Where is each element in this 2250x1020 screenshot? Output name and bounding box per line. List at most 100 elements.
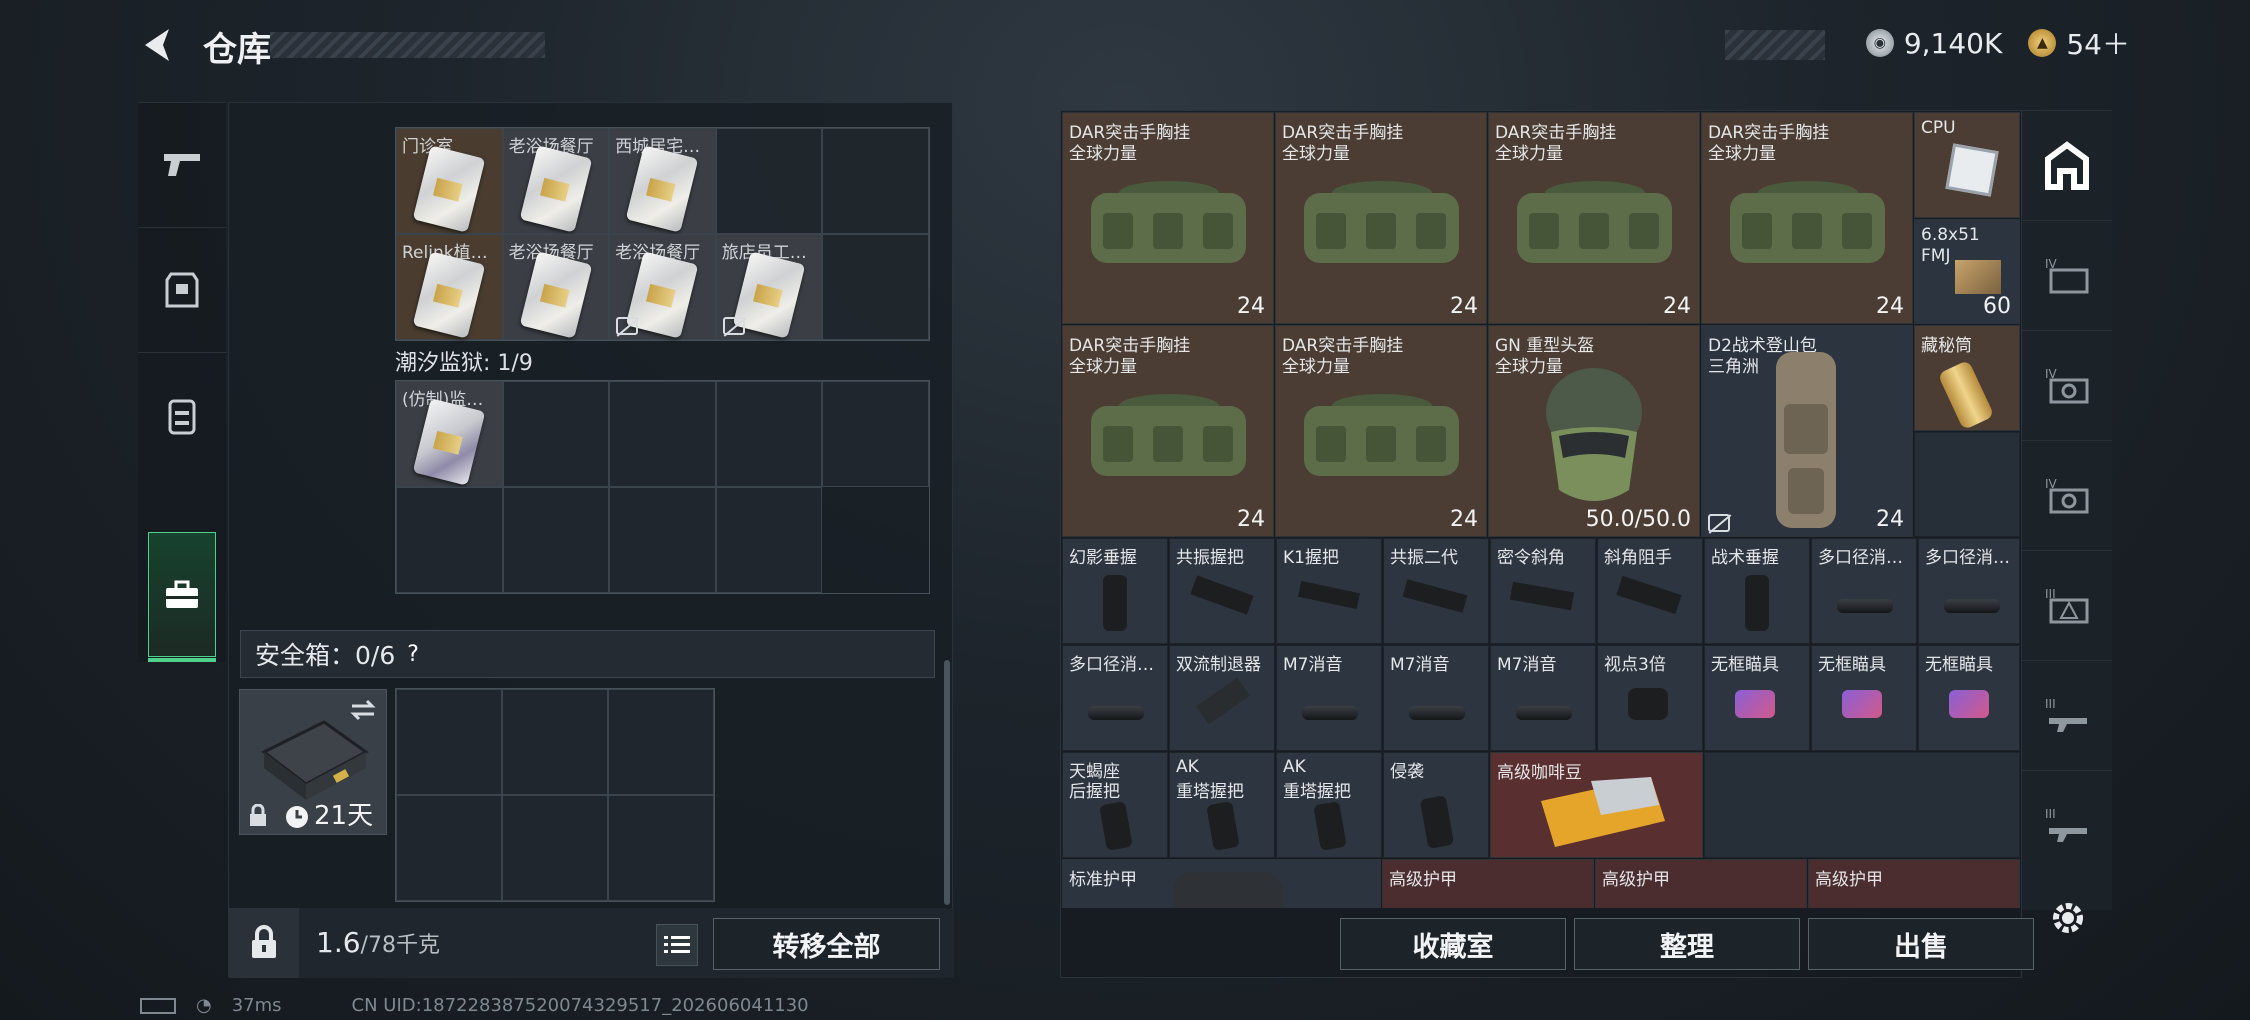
item-chest-rig[interactable]: DAR突击手胸挂 全球力量 24: [1275, 325, 1487, 537]
transfer-all-button[interactable]: 转移全部: [713, 918, 940, 970]
stash-page-4[interactable]: IV: [2022, 220, 2112, 330]
stash-page-4b[interactable]: IV: [2022, 330, 2112, 440]
item-sight[interactable]: 无框瞄具: [1918, 645, 2020, 751]
empty-slot[interactable]: [608, 795, 714, 901]
settings-button[interactable]: [2048, 898, 2088, 938]
item-suppressor[interactable]: 多口径消…: [1918, 538, 2020, 644]
lock-button[interactable]: [229, 908, 299, 978]
grid-item[interactable]: (仿制)监…: [396, 381, 503, 487]
stash-page-3[interactable]: III: [2022, 550, 2112, 660]
empty-slot[interactable]: [822, 128, 929, 234]
item-armor[interactable]: 高级护甲: [1382, 859, 1594, 908]
empty-slot[interactable]: [822, 487, 929, 593]
left-scrollbar[interactable]: [944, 660, 950, 905]
empty-slot[interactable]: [715, 128, 823, 234]
item-grip[interactable]: AK 重塔握把: [1169, 752, 1275, 858]
tab-backpack[interactable]: [138, 352, 226, 477]
grid-item[interactable]: 老浴场餐厅: [502, 234, 610, 340]
item-muzzle-brake[interactable]: 双流制退器: [1169, 645, 1275, 751]
tab-equipment[interactable]: [138, 227, 226, 352]
empty-slot[interactable]: [822, 381, 929, 487]
safebox-slot[interactable]: 21天: [239, 689, 387, 835]
empty-slot[interactable]: [1704, 752, 2020, 858]
item-chest-rig[interactable]: DAR突击手胸挂 全球力量 24: [1488, 112, 1700, 324]
item-grip[interactable]: 共振二代: [1383, 538, 1489, 644]
empty-slot[interactable]: [396, 795, 502, 901]
svg-text:III: III: [2045, 697, 2056, 711]
item-ammo[interactable]: 6.8x51 FMJ 60: [1914, 219, 2020, 324]
tab-weapons[interactable]: [138, 102, 226, 227]
empty-slot[interactable]: [715, 487, 823, 593]
folder-icon: IV: [2045, 257, 2089, 293]
list-view-button[interactable]: [656, 924, 698, 966]
grid-item[interactable]: 西城居宅…: [609, 128, 716, 234]
item-sight[interactable]: 无框瞄具: [1811, 645, 1917, 751]
item-sight[interactable]: 无框瞄具: [1704, 645, 1810, 751]
item-cpu[interactable]: CPU: [1914, 112, 2020, 218]
item-suppressor[interactable]: M7消音: [1383, 645, 1489, 751]
item-chest-rig[interactable]: DAR突击手胸挂 全球力量 24: [1701, 112, 1913, 324]
item-coffee[interactable]: 高级咖啡豆: [1490, 752, 1703, 858]
empty-slot[interactable]: [502, 689, 608, 795]
item-helmet[interactable]: GN 重型头盔 全球力量 50.0/50.0: [1488, 325, 1700, 537]
item-grip[interactable]: 战术垂握: [1704, 538, 1810, 644]
grid-item[interactable]: 老浴场餐厅: [502, 128, 610, 234]
empty-slot[interactable]: [609, 487, 716, 593]
item-grip[interactable]: 斜角阻手: [1597, 538, 1703, 644]
stash-page-4c[interactable]: IV: [2022, 440, 2112, 550]
item-armor[interactable]: 标准护甲: [1062, 859, 1381, 908]
empty-slot[interactable]: [396, 487, 503, 593]
stash-page-main[interactable]: [2022, 110, 2112, 220]
sort-button[interactable]: 整理: [1574, 918, 1800, 970]
item-chest-rig[interactable]: DAR突击手胸挂 全球力量 24: [1062, 325, 1274, 537]
empty-slot[interactable]: [502, 487, 610, 593]
item-grip[interactable]: 共振握把: [1169, 538, 1275, 644]
item-suppressor[interactable]: M7消音: [1276, 645, 1382, 751]
item-chest-rig[interactable]: DAR突击手胸挂 全球力量 24: [1062, 112, 1274, 324]
empty-slot[interactable]: [822, 234, 929, 340]
collection-button[interactable]: 收藏室: [1340, 918, 1566, 970]
empty-slot[interactable]: [396, 689, 502, 795]
item-grip[interactable]: 幻影垂握: [1062, 538, 1168, 644]
back-button[interactable]: [138, 24, 180, 66]
empty-slot[interactable]: [1914, 432, 2020, 537]
item-suppressor[interactable]: 多口径消…: [1062, 645, 1168, 751]
empty-slot[interactable]: [502, 381, 610, 487]
item-suppressor[interactable]: 多口径消…: [1811, 538, 1917, 644]
item-grip[interactable]: K1握把: [1276, 538, 1382, 644]
item-scope[interactable]: 视点3倍: [1597, 645, 1703, 751]
tab-safebox[interactable]: [148, 532, 216, 657]
empty-slot[interactable]: [608, 689, 714, 795]
stash-page-3c[interactable]: III: [2022, 770, 2112, 880]
item-grip[interactable]: AK 重塔握把: [1276, 752, 1382, 858]
briefcase-icon: [166, 580, 198, 608]
sell-button[interactable]: 出售: [1808, 918, 2034, 970]
item-grip[interactable]: 侵袭: [1383, 752, 1489, 858]
help-button[interactable]: ?: [407, 642, 419, 667]
item-grip[interactable]: 密令斜角: [1490, 538, 1596, 644]
swap-icon[interactable]: [348, 698, 378, 722]
item-armor[interactable]: 高级护甲: [1808, 859, 2020, 908]
item-chest-rig[interactable]: DAR突击手胸挂 全球力量 24: [1275, 112, 1487, 324]
item-grip[interactable]: 天蝎座 后握把: [1062, 752, 1168, 858]
keycard-image: [412, 398, 486, 486]
stash-page-3b[interactable]: III: [2022, 660, 2112, 770]
chest-rig-image: [1091, 394, 1246, 476]
active-tab-indicator: [148, 658, 216, 662]
item-cylinder[interactable]: 藏秘筒: [1914, 325, 2020, 431]
empty-slot[interactable]: [715, 381, 823, 487]
item-armor[interactable]: 高级护甲: [1595, 859, 1807, 908]
empty-slot[interactable]: [609, 381, 716, 487]
item-suppressor[interactable]: M7消音: [1490, 645, 1596, 751]
empty-slot[interactable]: [502, 795, 608, 901]
grid-item[interactable]: 老浴场餐厅: [609, 234, 716, 340]
item-backpack[interactable]: D2战术登山包 三角洲 24: [1701, 325, 1913, 537]
durability: 50.0/50.0: [1585, 507, 1691, 532]
item-count: 24: [1876, 507, 1904, 532]
grid-item[interactable]: Relink植…: [396, 234, 503, 340]
grid-item[interactable]: 门诊室: [396, 128, 503, 234]
grid-item[interactable]: 旅店员工…: [715, 234, 823, 340]
no-insure-icon: [722, 317, 745, 335]
padlock-icon: [252, 925, 276, 958]
currency-gold[interactable]: 54＋: [2066, 23, 2130, 63]
